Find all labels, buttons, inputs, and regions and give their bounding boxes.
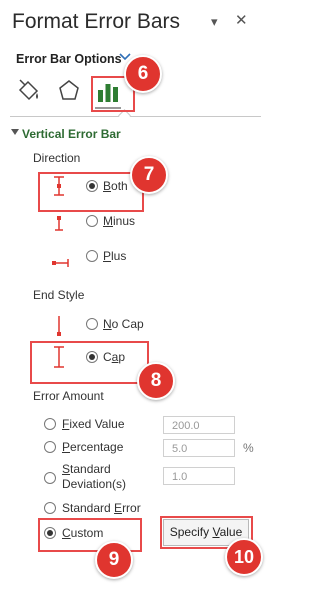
chevron-down-icon[interactable]: ▾ — [211, 14, 218, 30]
step-badge-6: 6 — [124, 55, 162, 93]
fixed-value-input[interactable]: 200.0 — [163, 416, 235, 434]
label-percentage[interactable]: Percentage — [62, 440, 123, 454]
label-standard[interactable]: Standard — [62, 462, 111, 476]
label-fixed-value[interactable]: Fixed Value — [62, 417, 125, 431]
label-deviation[interactable]: Deviation(s) — [62, 477, 126, 491]
radio-fixed-value[interactable] — [44, 418, 56, 430]
radio-no-cap[interactable] — [86, 318, 98, 330]
tab-separator — [10, 116, 261, 117]
step-badge-9: 9 — [95, 541, 133, 579]
effects-icon[interactable] — [56, 78, 82, 104]
close-icon[interactable]: ✕ — [235, 11, 248, 29]
collapse-triangle-icon[interactable] — [11, 129, 19, 135]
label-no-cap[interactable]: No Cap — [103, 317, 144, 331]
label-minus[interactable]: Minus — [103, 214, 135, 228]
radio-standard-error[interactable] — [44, 502, 56, 514]
fill-line-icon[interactable] — [16, 78, 42, 104]
standard-deviation-input[interactable]: 1.0 — [163, 467, 235, 485]
callout-box-cap — [30, 341, 149, 384]
callout-box-both — [38, 172, 144, 212]
error-amount-heading: Error Amount — [33, 389, 104, 403]
direction-heading: Direction — [33, 151, 81, 165]
label-standard-error[interactable]: Standard Error — [62, 501, 141, 515]
minus-bar-icon — [55, 216, 63, 231]
radio-minus[interactable] — [86, 215, 98, 227]
step-badge-10: 10 — [225, 538, 263, 576]
radio-percentage[interactable] — [44, 441, 56, 453]
plus-bar-icon — [52, 259, 69, 267]
percent-unit: % — [243, 441, 254, 455]
pane-title: Format Error Bars — [12, 10, 181, 33]
step-badge-7: 7 — [130, 156, 168, 194]
end-style-heading: End Style — [33, 288, 85, 302]
no-cap-icon — [57, 316, 61, 336]
section-title[interactable]: Vertical Error Bar — [22, 127, 121, 141]
label-plus[interactable]: Plus — [103, 249, 126, 263]
radio-standard-deviation[interactable] — [44, 472, 56, 484]
radio-plus[interactable] — [86, 250, 98, 262]
tab-error-bar-options[interactable]: Error Bar Options — [16, 52, 122, 66]
step-badge-8: 8 — [137, 362, 175, 400]
percentage-input[interactable]: 5.0 — [163, 439, 235, 457]
